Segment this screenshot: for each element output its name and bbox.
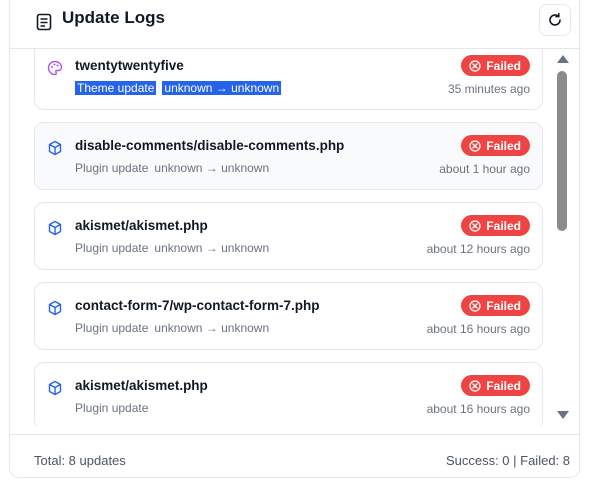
status-badge: Failed [461,375,530,396]
log-item-meta: Plugin update [75,401,148,415]
log-item-name: akismet/akismet.php [75,218,208,233]
refresh-button[interactable] [539,4,571,36]
log-item-meta: Plugin update unknown → unknown [75,161,269,175]
log-item-version: unknown → unknown [154,241,270,255]
scroll-down-arrow[interactable] [557,411,569,419]
package-icon [48,220,62,236]
status-badge: Failed [461,55,530,76]
panel-footer: Total: 8 updates Success: 0 | Failed: 8 [10,434,579,479]
log-item[interactable]: twentytwentyfive Theme update unknown → u… [34,49,543,110]
update-log-list[interactable]: twentytwentyfive Theme update unknown → u… [10,49,579,426]
status-badge: Failed [461,215,530,236]
log-item-type: Plugin update [75,401,149,415]
log-item-time: about 1 hour ago [439,162,530,176]
total-updates: Total: 8 updates [34,453,126,468]
x-circle-icon [469,299,481,312]
log-item[interactable]: akismet/akismet.php Plugin update Failed… [34,362,543,426]
scrollbar-thumb[interactable] [557,71,567,231]
log-item-name: akismet/akismet.php [75,378,208,393]
log-item-name: contact-form-7/wp-contact-form-7.php [75,298,320,313]
palette-icon [47,60,63,76]
status-badge-label: Failed [486,378,521,393]
package-icon [48,380,62,396]
x-circle-icon [469,379,481,392]
x-circle-icon [469,59,481,72]
package-icon [48,140,62,156]
refresh-icon [549,12,561,26]
status-badge: Failed [461,295,530,316]
scrollbar[interactable] [554,49,570,426]
log-item[interactable]: disable-comments/disable-comments.php Pl… [34,122,543,190]
scroll-up-arrow[interactable] [557,55,569,63]
log-item-time: about 16 hours ago [426,322,530,336]
log-item-type: Theme update [75,81,157,95]
log-item[interactable]: akismet/akismet.php Plugin update unknown… [34,202,543,270]
status-badge-label: Failed [486,58,521,73]
status-badge-label: Failed [486,218,521,233]
panel-title: Update Logs [62,8,165,27]
x-circle-icon [469,139,481,152]
log-item-meta: Plugin update unknown → unknown [75,321,269,335]
panel-header: Update Logs [10,0,579,49]
status-badge: Failed [461,135,530,156]
status-badge-label: Failed [486,298,521,313]
log-item-time: about 16 hours ago [426,402,530,416]
log-item-type: Plugin update [75,161,149,175]
x-circle-icon [469,219,481,232]
log-item-meta: Plugin update unknown → unknown [75,241,269,255]
log-item-name: disable-comments/disable-comments.php [75,138,345,153]
log-item-meta: Theme update unknown → unknown [75,81,282,95]
log-item-type: Plugin update [75,241,149,255]
update-stats: Success: 0 | Failed: 8 [445,453,570,468]
log-item-name: twentytwentyfive [75,58,184,73]
package-icon [48,300,62,316]
document-icon [36,13,52,31]
log-item-version: unknown → unknown [154,161,270,175]
status-badge-label: Failed [486,138,521,153]
log-item-time: 35 minutes ago [447,82,530,96]
update-logs-panel: Update Logs twentytwentyfive Theme updat… [9,0,580,478]
log-item[interactable]: contact-form-7/wp-contact-form-7.php Plu… [34,282,543,350]
log-item-type: Plugin update [75,321,149,335]
log-item-version: unknown → unknown [154,321,270,335]
log-item-version: unknown → unknown [162,81,282,95]
log-item-time: about 12 hours ago [426,242,530,256]
